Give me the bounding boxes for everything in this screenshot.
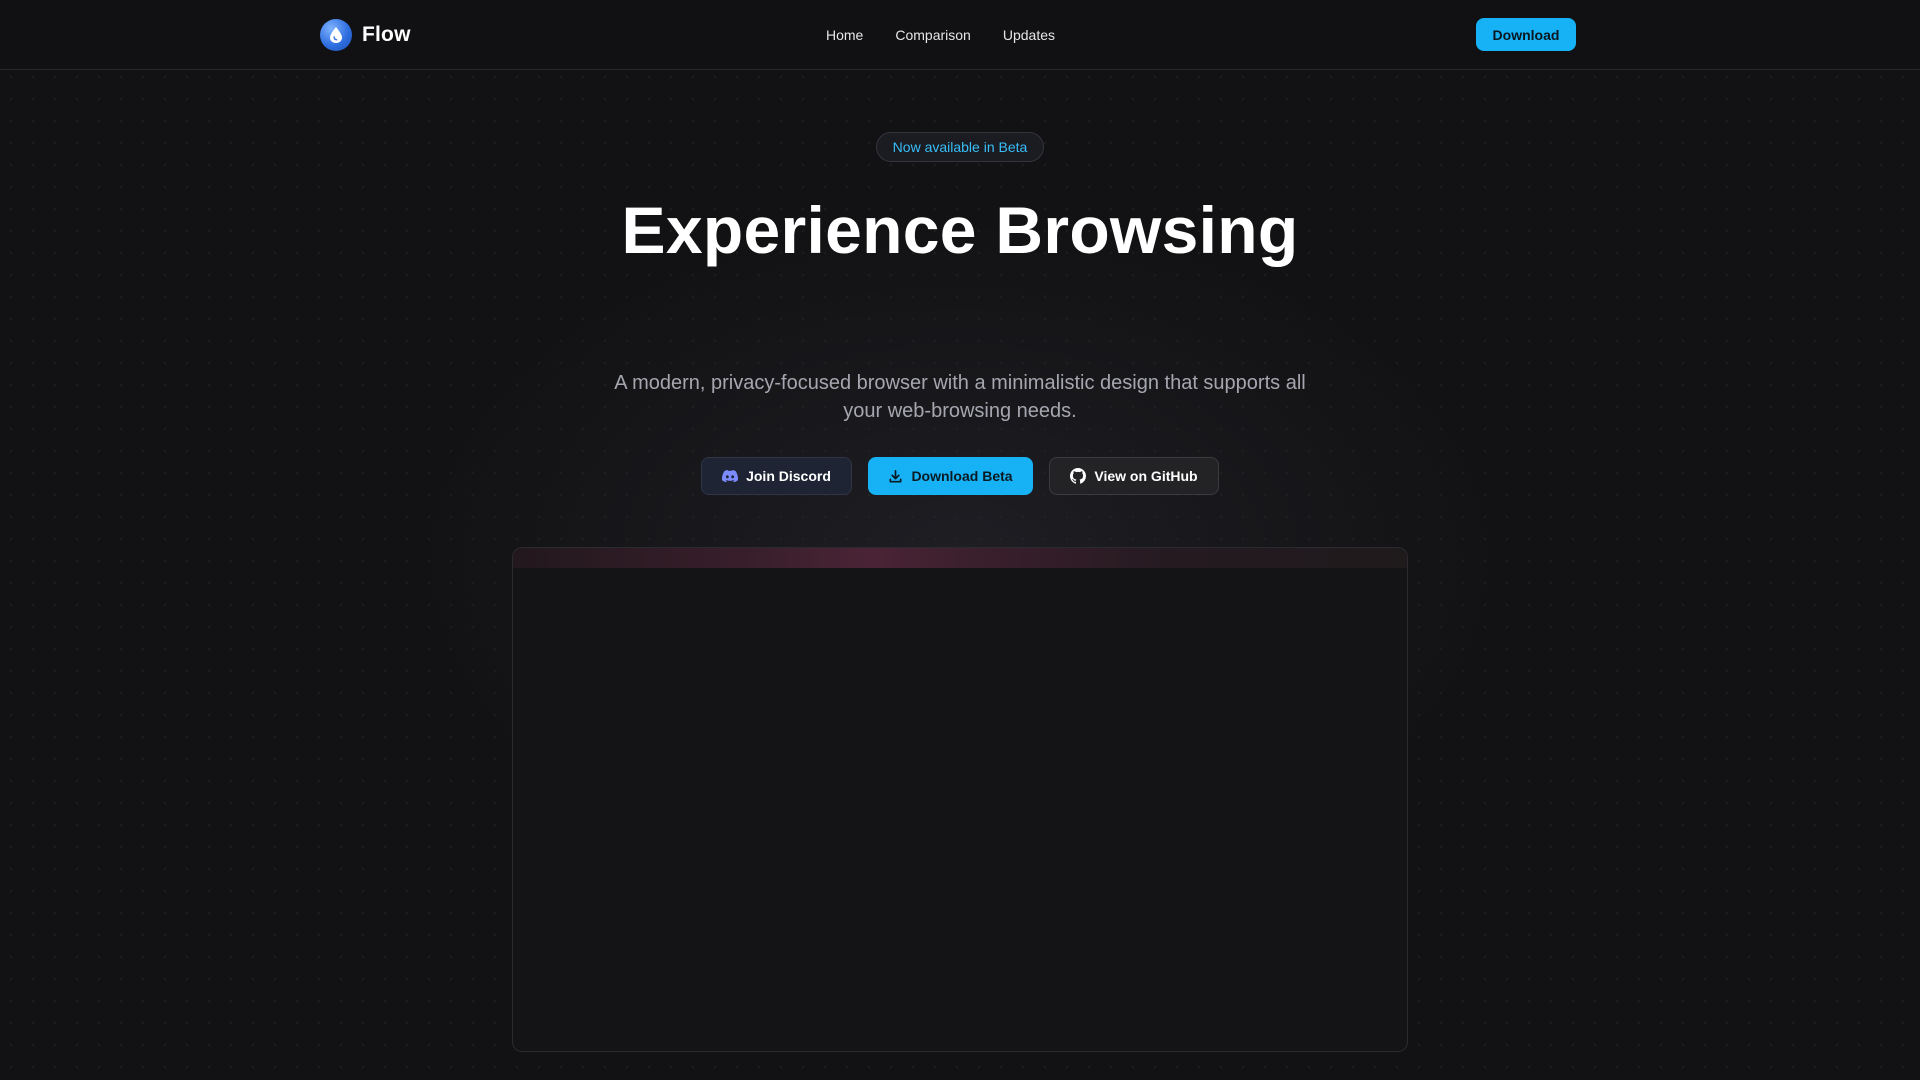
nav-link-comparison[interactable]: Comparison (895, 27, 970, 43)
hero-title: Experience Browsing (621, 193, 1299, 267)
cta-buttons: Join Discord Download Beta View on GitHu… (0, 457, 1920, 495)
browser-preview-window (512, 547, 1408, 1052)
view-github-label: View on GitHub (1094, 468, 1198, 484)
view-github-button[interactable]: View on GitHub (1049, 457, 1219, 495)
join-discord-label: Join Discord (746, 468, 831, 484)
nav-link-updates[interactable]: Updates (1003, 27, 1055, 43)
download-icon (888, 469, 903, 484)
header-download-button[interactable]: Download (1476, 18, 1576, 51)
nav-link-home[interactable]: Home (826, 27, 863, 43)
hero-subtitle: A modern, privacy-focused browser with a… (614, 372, 1306, 422)
brand-name: Flow (362, 23, 411, 46)
brand-link[interactable]: Flow (320, 18, 411, 52)
join-discord-button[interactable]: Join Discord (701, 457, 852, 495)
top-navbar: Flow Home Comparison Updates Download (0, 0, 1920, 70)
download-beta-button[interactable]: Download Beta (868, 457, 1033, 495)
landing-page: Flow Home Comparison Updates Download No… (0, 0, 1920, 1080)
main-nav: Home Comparison Updates (826, 24, 1055, 46)
beta-badge: Now available in Beta (876, 132, 1044, 162)
github-icon (1070, 468, 1087, 484)
preview-title-bar (513, 548, 1407, 568)
download-beta-label: Download Beta (911, 468, 1013, 484)
droplet-logo-icon (320, 19, 352, 51)
discord-icon (722, 469, 739, 483)
